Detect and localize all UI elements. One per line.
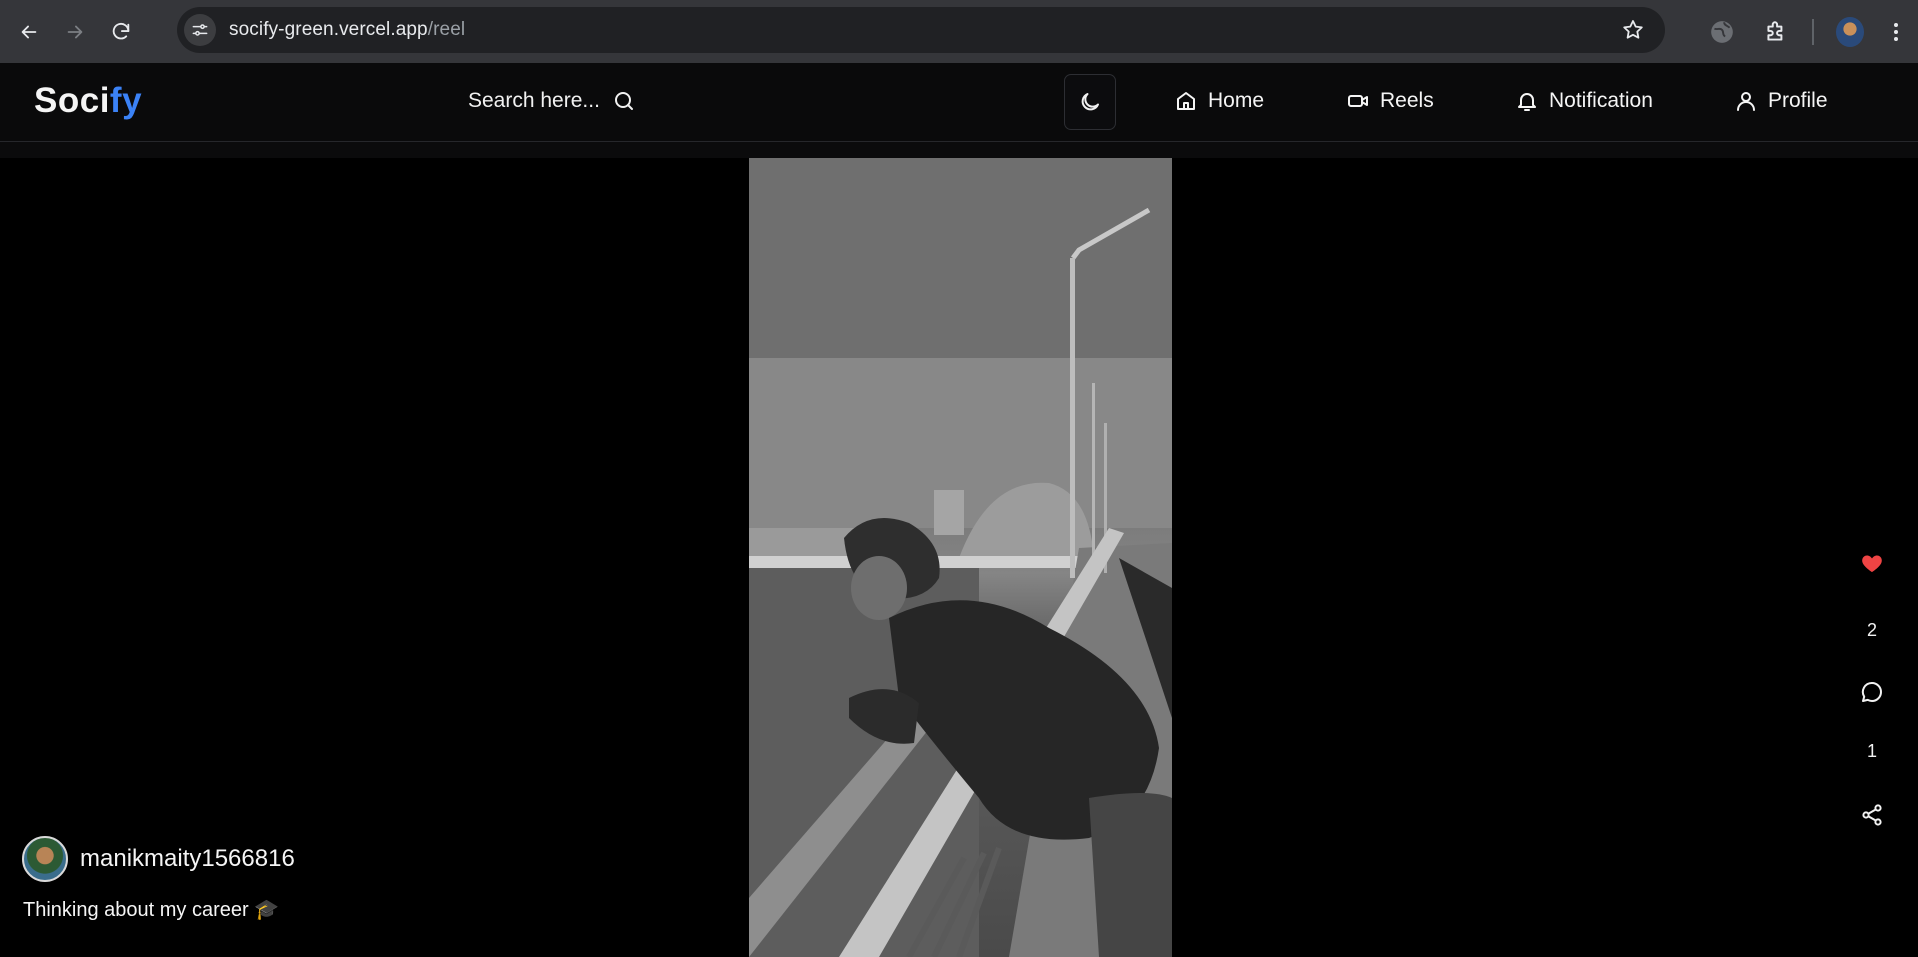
toolbar-separator — [1812, 18, 1814, 45]
nav-home-label: Home — [1208, 89, 1265, 112]
menu-button[interactable] — [1882, 18, 1910, 46]
forward-button[interactable] — [58, 15, 92, 49]
nav-notification-label: Notification — [1549, 89, 1653, 112]
user-icon — [1737, 92, 1755, 111]
nav-reels[interactable]: Reels — [1346, 89, 1434, 113]
url-path: /reel — [427, 19, 466, 40]
nav-notification[interactable]: Notification — [1515, 89, 1653, 113]
url-text: socify-green.vercel.app/reel — [229, 19, 465, 41]
header-divider — [0, 142, 1918, 158]
home-icon — [1177, 92, 1195, 110]
arrow-left-icon — [21, 25, 37, 38]
site-info-button[interactable] — [184, 14, 216, 46]
avatar[interactable] — [22, 836, 68, 882]
back-button[interactable] — [12, 15, 46, 49]
logo[interactable]: Socify — [34, 81, 142, 121]
reel-author[interactable]: manikmaity1566816 — [22, 836, 295, 882]
tune-icon — [192, 24, 208, 36]
reload-button[interactable] — [104, 15, 138, 49]
share-icon — [1862, 804, 1882, 826]
nav-home[interactable]: Home — [1174, 89, 1264, 113]
kebab-menu-icon — [1894, 22, 1898, 41]
share-button[interactable] — [1859, 802, 1885, 828]
avatar — [1836, 16, 1864, 47]
search-icon[interactable] — [612, 89, 636, 113]
search-input[interactable]: Search here... — [468, 89, 600, 113]
address-bar[interactable]: socify-green.vercel.app/reel — [177, 7, 1665, 53]
nav-profile[interactable]: Profile — [1734, 89, 1828, 113]
moon-icon — [1081, 93, 1099, 111]
logo-text-part2: fy — [109, 81, 143, 120]
puzzle-icon — [1767, 20, 1783, 41]
reload-icon — [112, 22, 130, 39]
bookmark-star-icon[interactable] — [1621, 18, 1645, 42]
globe-icon — [1711, 20, 1733, 43]
logo-text-part1: Soci — [34, 81, 110, 120]
url-host: socify-green.vercel.app — [229, 19, 428, 40]
comment-button[interactable] — [1859, 679, 1885, 705]
nav-profile-label: Profile — [1768, 89, 1828, 112]
profile-button[interactable] — [1836, 16, 1864, 47]
extension-globe-icon[interactable] — [1708, 18, 1736, 46]
theme-toggle-button[interactable] — [1064, 74, 1116, 130]
arrow-right-icon — [67, 25, 83, 38]
bell-icon — [1518, 93, 1536, 111]
reel-video-frame — [749, 158, 1172, 957]
like-count: 2 — [1866, 620, 1877, 640]
heart-icon — [1862, 555, 1882, 572]
reel-video[interactable] — [749, 158, 1172, 957]
video-icon — [1348, 95, 1368, 107]
nav-reels-label: Reels — [1380, 89, 1434, 112]
extensions-button[interactable] — [1762, 18, 1790, 46]
reel-caption: Thinking about my career 🎓 — [23, 899, 280, 921]
comment-icon — [1861, 681, 1882, 702]
browser-toolbar: socify-green.vercel.app/reel — [0, 0, 1918, 63]
app-header: Socify Search here... Home Reels Notific… — [0, 63, 1918, 142]
author-username[interactable]: manikmaity1566816 — [80, 845, 295, 873]
comment-count: 1 — [1866, 741, 1877, 761]
search-bar[interactable]: Search here... — [468, 89, 636, 113]
like-button[interactable] — [1859, 550, 1885, 576]
